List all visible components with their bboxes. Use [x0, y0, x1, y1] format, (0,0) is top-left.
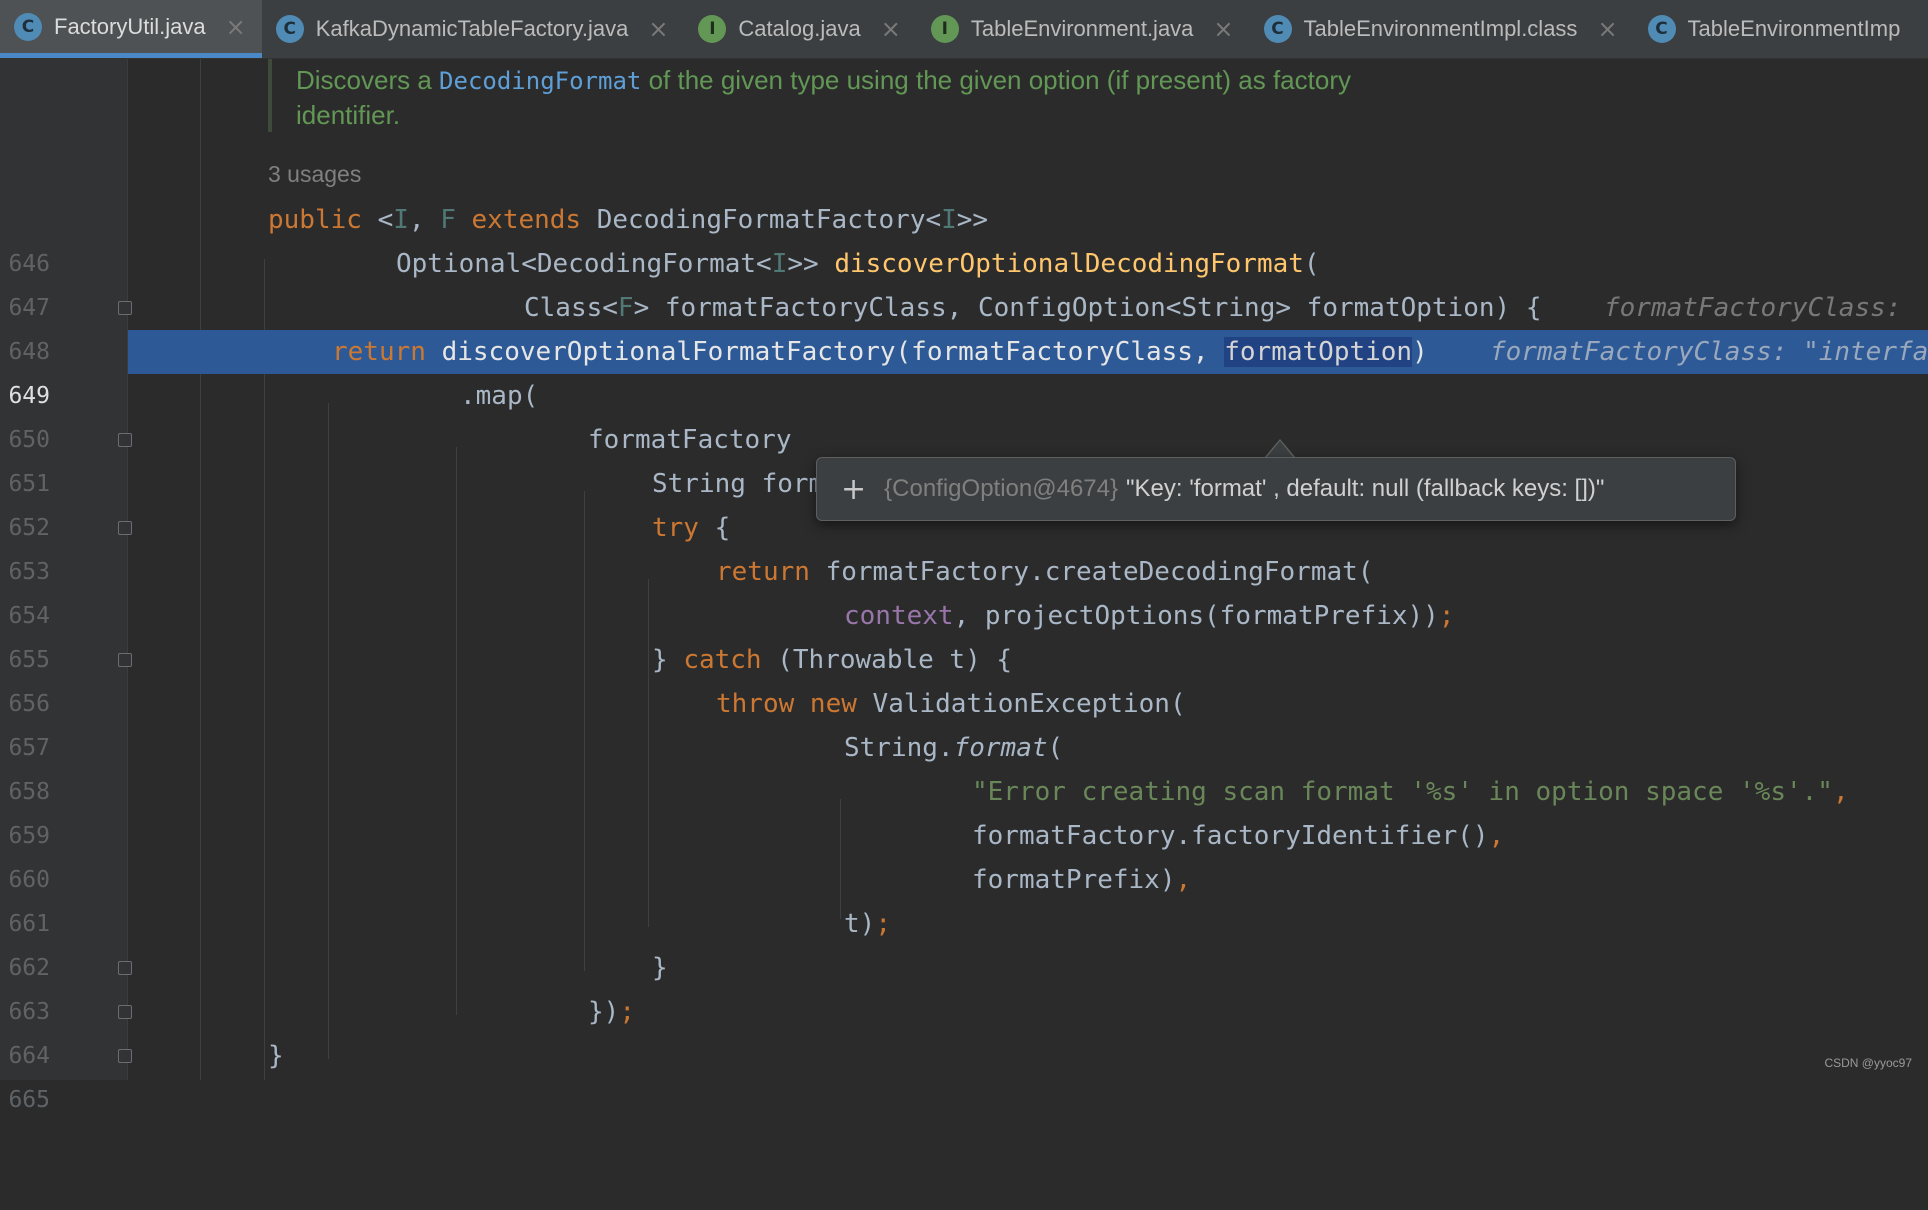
tab-label: TableEnvironmentImpl.class: [1303, 16, 1578, 41]
javadoc-comment: Discovers a DecodingFormat of the given …: [268, 59, 1496, 132]
tab-label: KafkaDynamicTableFactory.java: [315, 16, 629, 41]
code-editor[interactable]: Discovers a DecodingFormat of the given …: [0, 59, 1928, 1113]
tab-kafkadynamictablefactory[interactable]: C KafkaDynamicTableFactory.java ×: [262, 0, 685, 58]
code-line: 655 context, projectOptions(formatPrefix…: [0, 594, 1928, 673]
code-text: try {: [652, 513, 731, 543]
code-text: }: [268, 1041, 284, 1071]
code-text: Class<F> formatFactoryClass, ConfigOptio…: [524, 293, 1542, 323]
code-line: 659 "Error creating scan format '%s' in …: [0, 770, 1928, 849]
code-text: throw new ValidationException(: [716, 689, 1186, 719]
class-icon: C: [1263, 15, 1292, 43]
doc-link-decodingformat[interactable]: DecodingFormat: [439, 67, 641, 95]
code-text: "Error creating scan format '%s' in opti…: [972, 777, 1849, 807]
doc-text: identifier.: [296, 100, 401, 130]
selected-text: formatOption: [1224, 337, 1413, 367]
doc-text: of the given type using the given option…: [641, 65, 1351, 95]
interface-icon: I: [698, 15, 727, 43]
expand-plus-icon[interactable]: +: [841, 472, 866, 507]
current-code-line: 649 return discoverOptionalFormatFactory…: [0, 330, 1928, 409]
code-line: 664 });: [0, 990, 1928, 1069]
fold-marker-icon[interactable]: [118, 1005, 132, 1019]
tab-tableenvironmentimpl[interactable]: C TableEnvironmentImpl.class ×: [1250, 0, 1634, 58]
code-text: formatFactory.factoryIdentifier(),: [972, 821, 1505, 851]
code-line: 650 .map(: [0, 374, 1928, 453]
tooltip-value: "Key: 'format' , default: null (fallback…: [1126, 475, 1605, 502]
code-text: return formatFactory.createDecodingForma…: [716, 557, 1374, 587]
fold-marker-icon[interactable]: [118, 1049, 132, 1063]
fold-marker-icon[interactable]: [118, 433, 132, 447]
inline-debug-hint: formatFactoryClass: "interfa: [1490, 337, 1928, 367]
code-line: 656 } catch (Throwable t) {: [0, 638, 1928, 717]
fold-marker-icon[interactable]: [118, 521, 132, 535]
close-icon[interactable]: ×: [226, 13, 246, 41]
code-text: t);: [844, 909, 891, 939]
fold-marker-icon[interactable]: [118, 961, 132, 975]
close-icon[interactable]: ×: [1213, 15, 1233, 43]
tab-catalog[interactable]: I Catalog.java ×: [684, 0, 916, 58]
interface-icon: I: [930, 15, 959, 43]
code-line: 663 }: [0, 946, 1928, 1025]
fold-marker-icon[interactable]: [118, 653, 132, 667]
tab-tableenvironment[interactable]: I TableEnvironment.java ×: [917, 0, 1250, 58]
class-icon: C: [14, 12, 42, 41]
editor-tab-bar: C FactoryUtil.java × C KafkaDynamicTable…: [0, 0, 1928, 59]
code-text: public <I, F extends DecodingFormatFacto…: [268, 205, 989, 235]
tooltip-arrow: [1266, 441, 1294, 458]
tab-label: Catalog.java: [738, 16, 861, 41]
class-icon: C: [1647, 15, 1676, 43]
code-text: }: [652, 953, 668, 983]
code-line: 648 Class<F> formatFactoryClass, ConfigO…: [0, 286, 1928, 365]
code-line: 646 public <I, F extends DecodingFormatF…: [0, 198, 1928, 277]
code-line: 661 formatPrefix),: [0, 858, 1928, 937]
tab-label: TableEnvironment.java: [970, 16, 1194, 41]
code-line: 658 String.format(: [0, 726, 1928, 805]
code-text: .map(: [460, 381, 539, 411]
code-line: 662 t);: [0, 902, 1928, 981]
debug-value-tooltip[interactable]: + {ConfigOption@4674} "Key: 'format' , d…: [816, 457, 1736, 521]
close-icon[interactable]: ×: [648, 15, 668, 43]
code-line: 647 Optional<DecodingFormat<I>> discover…: [0, 242, 1928, 321]
inline-debug-hint: formatFactoryClass:: [1604, 293, 1918, 323]
code-text: });: [588, 997, 635, 1027]
code-line: 651 formatFactory: [0, 418, 1928, 497]
code-line: 657 throw new ValidationException(: [0, 682, 1928, 761]
tab-label: FactoryUtil.java: [54, 13, 206, 39]
code-text: Optional<DecodingFormat<I>> discoverOpti…: [396, 249, 1320, 279]
code-text: context, projectOptions(formatPrefix));: [844, 601, 1455, 631]
fold-marker-icon[interactable]: [118, 301, 132, 315]
code-line: 654 return formatFactory.createDecodingF…: [0, 550, 1928, 629]
tab-tableenvironmentimp-truncated[interactable]: C TableEnvironmentImp: [1634, 0, 1917, 58]
watermark: CSDN @yyoc97: [1824, 1056, 1912, 1070]
usages-hint[interactable]: 3 usages: [268, 161, 361, 188]
class-icon: C: [275, 15, 304, 43]
code-text: } catch (Throwable t) {: [652, 645, 1013, 675]
close-icon[interactable]: ×: [881, 15, 901, 43]
code-text: return discoverOptionalFormatFactory(for…: [332, 337, 1428, 367]
code-line: 660 formatFactory.factoryIdentifier(),: [0, 814, 1928, 893]
line-number[interactable]: 665: [0, 1078, 50, 1122]
code-text: formatPrefix),: [972, 865, 1192, 895]
tab-factoryutil[interactable]: C FactoryUtil.java ×: [0, 0, 262, 58]
code-line: 665 }: [0, 1034, 1928, 1113]
code-text: formatFactory: [588, 425, 792, 455]
close-icon[interactable]: ×: [1597, 15, 1617, 43]
doc-text: Discovers a: [296, 65, 440, 95]
code-text: String.format(: [844, 733, 1064, 763]
tooltip-object-id: {ConfigOption@4674}: [884, 475, 1119, 502]
tab-label: TableEnvironmentImp: [1687, 16, 1901, 41]
